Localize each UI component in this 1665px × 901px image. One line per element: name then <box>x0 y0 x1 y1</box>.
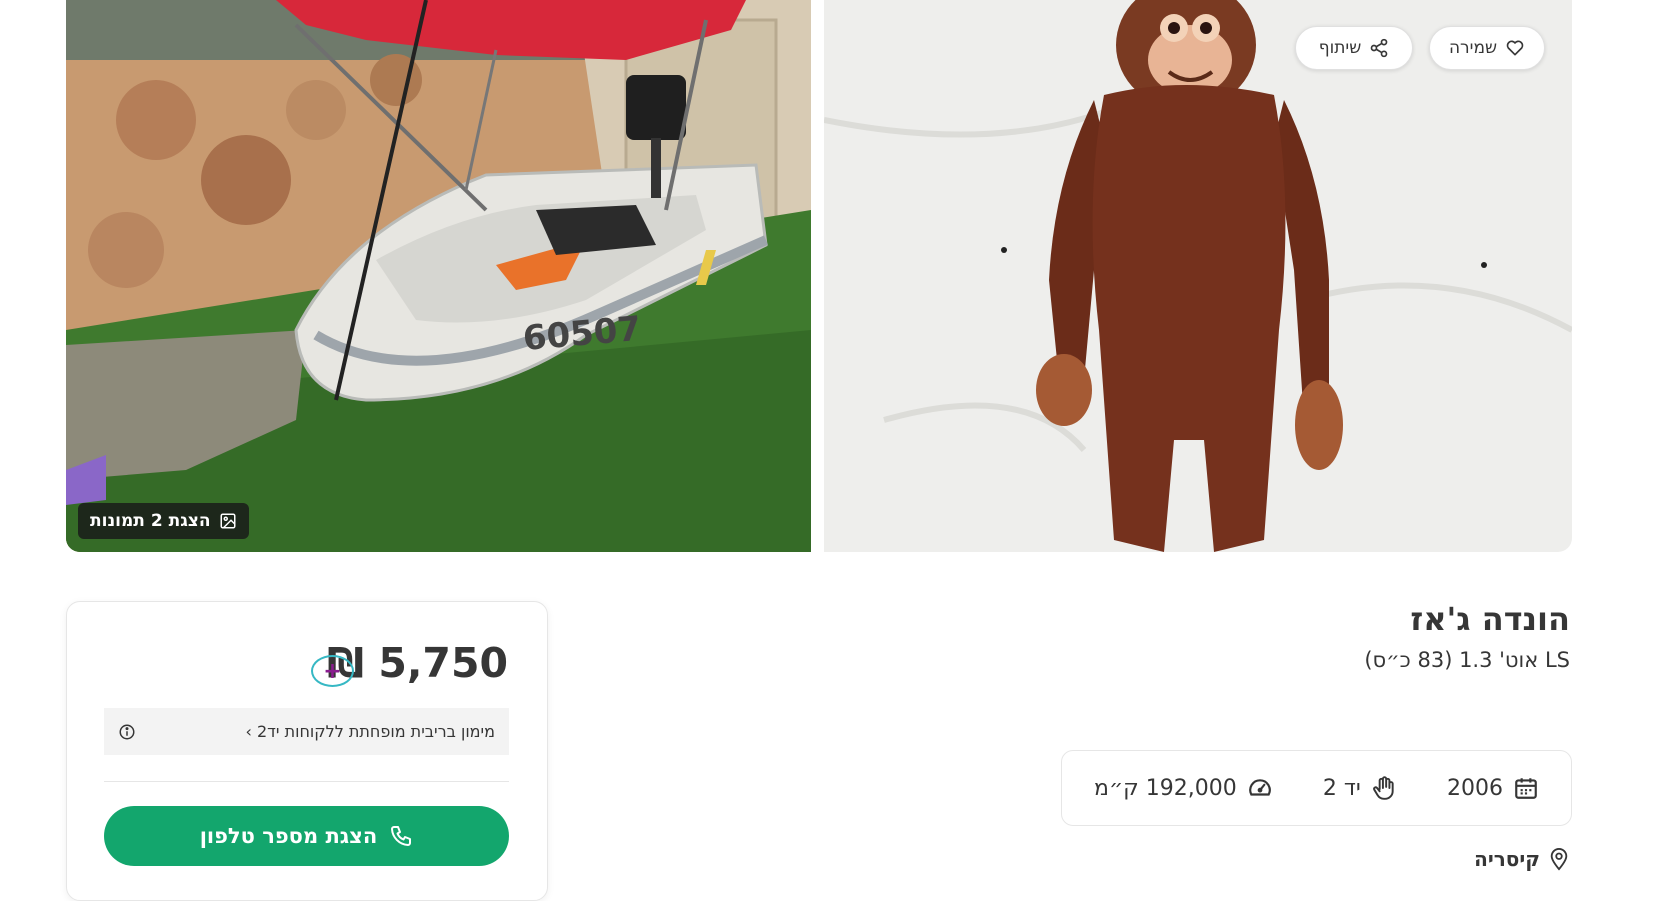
share-icon <box>1370 38 1388 58</box>
location-pin-icon <box>1550 848 1568 871</box>
share-label: שיתוף <box>1318 38 1362 58</box>
price: 5,750 ₪ <box>326 639 508 687</box>
listing-title: הונדה ג'אז <box>1410 600 1570 638</box>
plus-badge[interactable]: + <box>311 655 354 687</box>
hand-icon <box>1372 776 1394 800</box>
spec-mileage-value: 192,000 ק״מ <box>1094 775 1237 801</box>
listing-subtitle: LS אוט' 1.3 (83 כ״ס) <box>1364 648 1570 672</box>
save-label: שמירה <box>1448 38 1498 58</box>
show-phone-label: הצגת מספר טלפון <box>199 824 378 848</box>
spec-mileage: 192,000 ק״מ <box>1094 775 1273 801</box>
image-icon <box>220 513 236 529</box>
location-label: קיסריה <box>1474 847 1540 871</box>
plus-icon: + <box>323 658 342 684</box>
monkey-photo <box>824 0 1572 552</box>
price-card: 5,750 ₪ + מימון בריבית מופחתת ללקוחות יד… <box>66 601 548 901</box>
boat-photo: 60507 <box>66 0 811 552</box>
show-phone-button[interactable]: הצגת מספר טלפון <box>104 806 509 866</box>
spec-year-value: 2006 <box>1447 775 1503 801</box>
gallery-image-right[interactable] <box>824 0 1572 552</box>
calendar-icon <box>1515 778 1537 799</box>
financing-link[interactable]: מימון בריבית מופחתת ללקוחות יד2 › <box>104 708 509 755</box>
show-photos-button[interactable]: הצגת 2 תמונות <box>78 503 249 539</box>
financing-text: מימון בריבית מופחתת ללקוחות יד2 › <box>245 722 496 741</box>
show-photos-label: הצגת 2 תמונות <box>90 511 211 531</box>
divider <box>104 781 509 782</box>
location: קיסריה <box>1474 847 1570 871</box>
specs-box: 2006 יד 2 192,000 ק״מ <box>1061 750 1572 826</box>
gallery-image-left[interactable]: 60507 <box>66 0 811 552</box>
spec-year: 2006 <box>1447 775 1539 801</box>
phone-icon <box>391 826 412 846</box>
spec-hand-value: יד 2 <box>1322 775 1361 801</box>
save-button[interactable]: שמירה <box>1429 26 1545 70</box>
spec-hand: יד 2 <box>1323 775 1397 801</box>
speedometer-icon <box>1248 779 1271 796</box>
share-button[interactable]: שיתוף <box>1295 26 1413 70</box>
heart-icon <box>1506 40 1524 56</box>
info-icon[interactable] <box>118 723 136 741</box>
